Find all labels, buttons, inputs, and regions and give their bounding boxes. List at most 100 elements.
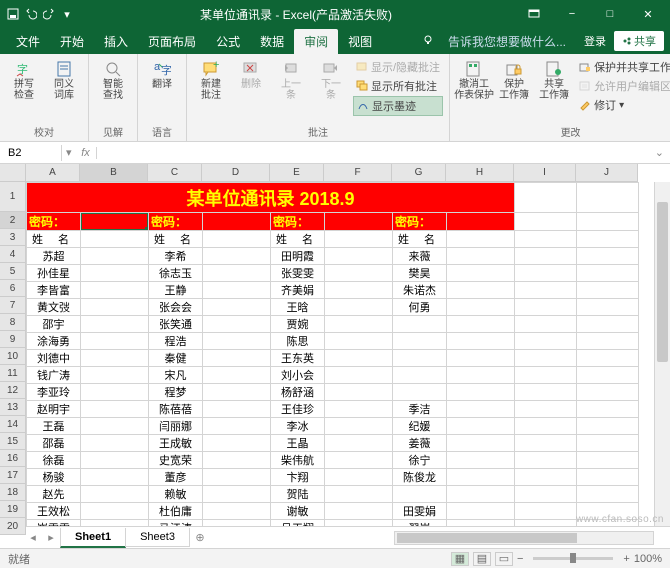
- cell[interactable]: [81, 350, 149, 367]
- cell[interactable]: 徐宁: [393, 452, 447, 469]
- zoom-slider[interactable]: [533, 557, 613, 560]
- cell[interactable]: 田雯娟: [393, 503, 447, 520]
- cell[interactable]: 密码：: [393, 213, 447, 231]
- zoom-out-button[interactable]: −: [517, 553, 523, 565]
- cell[interactable]: [203, 435, 271, 452]
- formula-input[interactable]: [97, 151, 649, 155]
- cell[interactable]: [81, 248, 149, 265]
- cell[interactable]: 王磊: [27, 418, 81, 435]
- cell[interactable]: 田明霞: [271, 248, 325, 265]
- vertical-scrollbar[interactable]: [654, 182, 670, 526]
- thesaurus-button[interactable]: 同义词库: [46, 58, 82, 103]
- cell[interactable]: [325, 213, 393, 231]
- cell[interactable]: 姓 名: [149, 231, 203, 248]
- cell[interactable]: [447, 231, 515, 248]
- cell[interactable]: 刘德中: [27, 350, 81, 367]
- cell[interactable]: [577, 367, 639, 384]
- tab-view[interactable]: 视图: [338, 29, 382, 54]
- cell[interactable]: [203, 503, 271, 520]
- cell[interactable]: [81, 333, 149, 350]
- cell[interactable]: 刘小会: [271, 367, 325, 384]
- selectall-corner[interactable]: [0, 164, 26, 182]
- cell[interactable]: 程浩: [149, 333, 203, 350]
- cell[interactable]: [81, 367, 149, 384]
- cell[interactable]: [447, 282, 515, 299]
- cell[interactable]: 朱诺杰: [393, 282, 447, 299]
- cell[interactable]: [81, 282, 149, 299]
- qat-more-icon[interactable]: ▾: [60, 7, 74, 21]
- row-header-3[interactable]: 3: [0, 229, 26, 246]
- cell[interactable]: 邵宇: [27, 316, 81, 333]
- showink-button[interactable]: 显示墨迹: [353, 96, 443, 116]
- cell[interactable]: [515, 469, 577, 486]
- cell[interactable]: 赖敏: [149, 486, 203, 503]
- undo-icon[interactable]: [24, 7, 38, 21]
- cell[interactable]: [325, 316, 393, 333]
- cell[interactable]: 程梦: [149, 384, 203, 401]
- cell[interactable]: [515, 367, 577, 384]
- cell[interactable]: 谢敏: [271, 503, 325, 520]
- cell[interactable]: [577, 401, 639, 418]
- cell[interactable]: 陈思: [271, 333, 325, 350]
- cell[interactable]: [447, 367, 515, 384]
- cell[interactable]: [515, 452, 577, 469]
- cell[interactable]: [203, 401, 271, 418]
- cell[interactable]: 樊昊: [393, 265, 447, 282]
- cell[interactable]: [81, 401, 149, 418]
- cell[interactable]: [515, 384, 577, 401]
- cell[interactable]: 孙佳星: [27, 265, 81, 282]
- cell[interactable]: [81, 231, 149, 248]
- save-icon[interactable]: [6, 7, 20, 21]
- cell[interactable]: [515, 231, 577, 248]
- row-header-17[interactable]: 17: [0, 467, 26, 484]
- cell[interactable]: [447, 350, 515, 367]
- cell[interactable]: 密码：: [149, 213, 203, 231]
- showhide-button[interactable]: 显示/隐藏批注: [353, 58, 443, 76]
- view-pagebreak-button[interactable]: ▭: [495, 552, 513, 566]
- row-header-9[interactable]: 9: [0, 331, 26, 348]
- protectwb-button[interactable]: 保护 工作簿: [496, 58, 532, 103]
- row-header-18[interactable]: 18: [0, 484, 26, 501]
- cell[interactable]: [325, 435, 393, 452]
- cell[interactable]: [515, 265, 577, 282]
- row-header-7[interactable]: 7: [0, 297, 26, 314]
- cell[interactable]: 姓 名: [27, 231, 81, 248]
- cell[interactable]: [515, 486, 577, 503]
- row-header-19[interactable]: 19: [0, 501, 26, 518]
- cell[interactable]: [203, 486, 271, 503]
- tab-data[interactable]: 数据: [250, 29, 294, 54]
- cell[interactable]: [203, 265, 271, 282]
- cell[interactable]: [515, 213, 577, 231]
- cell[interactable]: [577, 452, 639, 469]
- row-header-4[interactable]: 4: [0, 246, 26, 263]
- cell[interactable]: [577, 469, 639, 486]
- cell[interactable]: [81, 299, 149, 316]
- view-pagelayout-button[interactable]: ▤: [473, 552, 491, 566]
- cell[interactable]: [203, 316, 271, 333]
- cell[interactable]: [325, 282, 393, 299]
- cell[interactable]: 密码：: [27, 213, 81, 231]
- cell[interactable]: [447, 452, 515, 469]
- col-header-I[interactable]: I: [514, 164, 576, 182]
- cell[interactable]: 姜薇: [393, 435, 447, 452]
- cell[interactable]: [325, 299, 393, 316]
- translate-button[interactable]: a字翻译: [144, 58, 180, 92]
- row-header-2[interactable]: 2: [0, 212, 26, 229]
- namebox-dropdown-icon[interactable]: ▾: [62, 146, 76, 159]
- tab-insert[interactable]: 插入: [94, 29, 138, 54]
- newcomment-button[interactable]: +新建批注: [193, 58, 229, 103]
- cell[interactable]: 秦健: [149, 350, 203, 367]
- fx-icon[interactable]: fx: [76, 147, 96, 159]
- col-header-A[interactable]: A: [26, 164, 80, 182]
- row-header-20[interactable]: 20: [0, 518, 26, 535]
- cell[interactable]: [515, 503, 577, 520]
- row-header-10[interactable]: 10: [0, 348, 26, 365]
- cell[interactable]: 苏超: [27, 248, 81, 265]
- sheet-tab-1[interactable]: Sheet1: [60, 528, 126, 548]
- col-header-C[interactable]: C: [148, 164, 202, 182]
- cell[interactable]: [577, 248, 639, 265]
- col-header-D[interactable]: D: [202, 164, 270, 182]
- cell[interactable]: [393, 316, 447, 333]
- view-normal-button[interactable]: ▦: [451, 552, 469, 566]
- cell[interactable]: [203, 452, 271, 469]
